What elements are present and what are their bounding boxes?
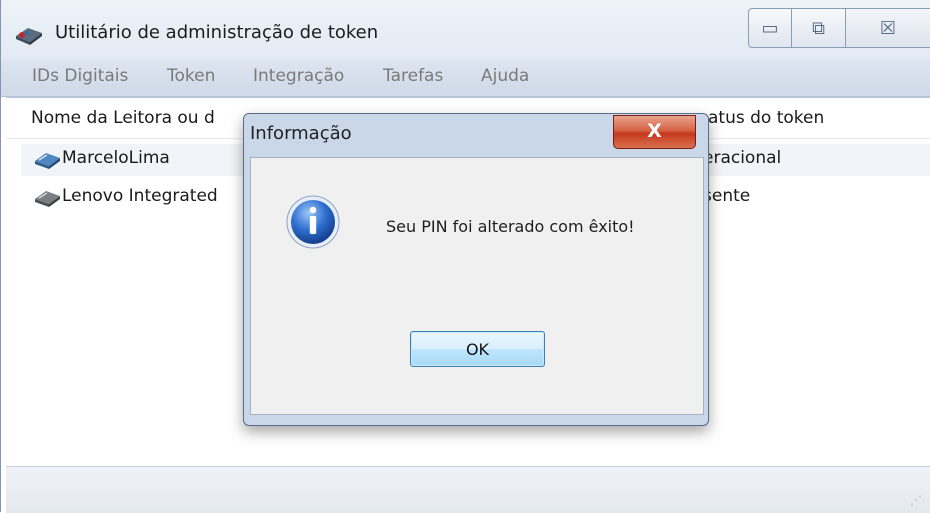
menu-tarefas[interactable]: Tarefas [383, 66, 443, 86]
token-app-icon [16, 28, 42, 45]
menu-ids-digitais[interactable]: IDs Digitais [32, 66, 128, 86]
status-bar: ⋰ [6, 466, 930, 513]
column-header-label: atus do token [708, 108, 825, 128]
column-header-label: Nome da Leitora ou d [31, 108, 215, 128]
dialog-close-button[interactable]: X [613, 115, 696, 149]
menu-bar: IDs Digitais Token Integração Tarefas Aj… [1, 60, 930, 97]
reader-name: Lenovo Integrated [62, 186, 218, 206]
dialog-message: Seu PIN foi alterado com êxito! [386, 217, 635, 236]
close-button[interactable]: ☒ [846, 8, 930, 48]
menu-ajuda[interactable]: Ajuda [481, 66, 529, 86]
maximize-button[interactable]: ⧉ [792, 8, 846, 48]
resize-grip-icon[interactable]: ⋰ [910, 493, 923, 507]
minimize-icon: ▭ [761, 18, 779, 39]
window-title: Utilitário de administração de token [55, 22, 379, 43]
ok-button-label: OK [465, 340, 490, 359]
menu-token[interactable]: Token [167, 66, 215, 86]
reader-device-icon [35, 191, 60, 207]
dialog-title: Informação [250, 123, 352, 144]
close-icon: X [647, 120, 662, 142]
title-bar: Utilitário de administração de token ▭ ⧉… [1, 0, 930, 60]
maximize-icon: ⧉ [812, 18, 825, 39]
token-device-icon [35, 153, 60, 169]
reader-name: MarceloLima [62, 148, 170, 168]
close-icon: ☒ [879, 18, 897, 39]
token-status: eracional [703, 148, 782, 168]
dialog-body: Seu PIN foi alterado com êxito! OK [250, 157, 704, 415]
dialog-title-bar[interactable]: Informação X [244, 114, 708, 157]
info-icon [286, 195, 340, 249]
menu-integracao[interactable]: Integração [253, 66, 344, 86]
ok-button[interactable]: OK [410, 331, 545, 367]
column-header-token-status[interactable]: atus do token [674, 98, 930, 139]
information-dialog: Informação X Seu PIN foi alterado com êx… [243, 113, 709, 426]
minimize-button[interactable]: ▭ [748, 8, 792, 48]
token-status: sente [703, 186, 751, 206]
